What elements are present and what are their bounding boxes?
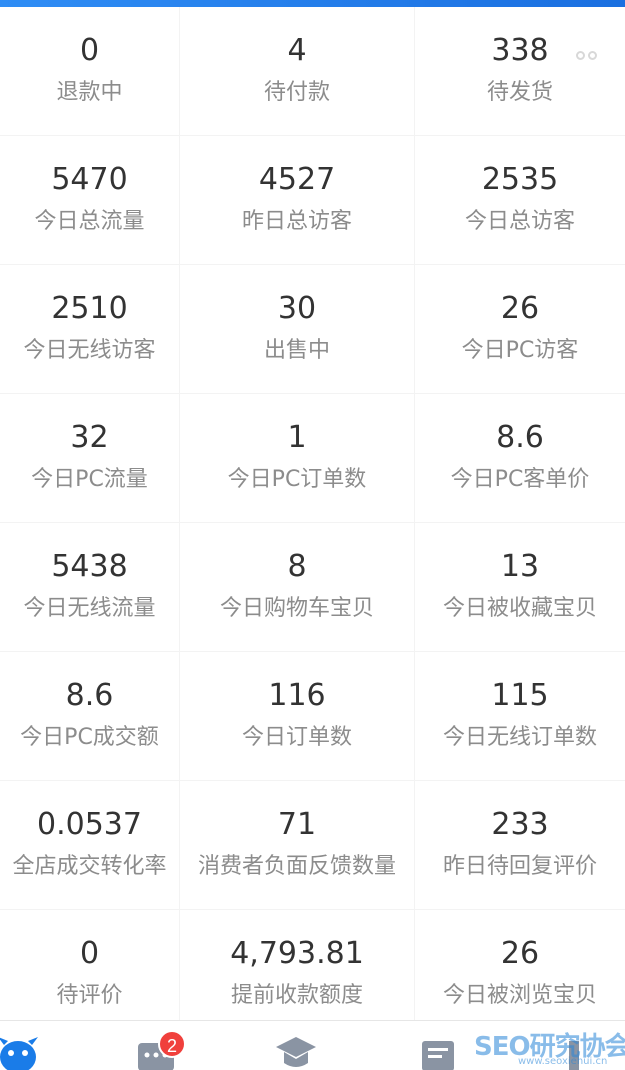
metric-value: 5470 (51, 162, 128, 197)
metric-value: 30 (277, 291, 317, 326)
metric-today-pc-avg-order-value[interactable]: 8.6 今日PC客单价 (415, 394, 625, 523)
metric-label: 今日订单数 (241, 725, 352, 750)
metric-yesterday-pending-replies[interactable]: 233 昨日待回复评价 (415, 781, 625, 910)
more-dots-icon[interactable] (576, 51, 597, 60)
tab-home[interactable] (0, 1031, 48, 1070)
metric-label: 待评价 (56, 983, 123, 1008)
metric-label: 提前收款额度 (230, 983, 363, 1008)
metric-value: 5438 (51, 549, 128, 584)
metric-label: 退款中 (56, 80, 123, 105)
metric-on-sale[interactable]: 30 出售中 (180, 265, 415, 394)
metric-label: 今日PC客单价 (450, 467, 590, 492)
metric-pending-payment[interactable]: 4 待付款 (180, 7, 415, 136)
site-watermark: SEO研究协会网 www.seoxiehui.cn (470, 1022, 625, 1070)
graduation-cap-icon (276, 1037, 316, 1067)
metric-label: 待付款 (263, 80, 330, 105)
metric-value: 0 (79, 33, 100, 68)
metric-value: 26 (500, 291, 540, 326)
metric-value: 1 (287, 420, 307, 455)
metric-today-total-visitors[interactable]: 2535 今日总访客 (415, 136, 625, 265)
mascot-icon (0, 1037, 38, 1070)
metric-label: 今日无线订单数 (442, 725, 597, 750)
watermark-url: www.seoxiehui.cn (518, 1056, 608, 1067)
metric-today-pc-visitors[interactable]: 26 今日PC访客 (415, 265, 625, 394)
tab-content[interactable] (408, 1031, 468, 1070)
metric-value: 338 (491, 33, 549, 68)
metric-value: 115 (491, 678, 549, 713)
metric-label: 今日被浏览宝贝 (442, 983, 597, 1008)
metric-today-cart-items[interactable]: 8 今日购物车宝贝 (180, 523, 415, 652)
metric-today-pc-orders[interactable]: 1 今日PC订单数 (180, 394, 415, 523)
metric-value: 32 (70, 420, 109, 455)
metric-label: 全店成交转化率 (12, 854, 167, 879)
document-icon (422, 1041, 454, 1070)
metric-value: 0 (79, 936, 100, 971)
metric-today-wireless-orders[interactable]: 115 今日无线订单数 (415, 652, 625, 781)
metric-today-viewed-items[interactable]: 26 今日被浏览宝贝 (415, 910, 625, 1020)
metric-today-total-traffic[interactable]: 5470 今日总流量 (0, 136, 180, 265)
metric-pending-shipment[interactable]: 338 待发货 (415, 7, 625, 136)
metric-advance-payment-limit[interactable]: 4,793.81 提前收款额度 (180, 910, 415, 1020)
metric-value: 71 (277, 807, 317, 842)
metric-today-pc-traffic[interactable]: 32 今日PC流量 (0, 394, 180, 523)
metric-label: 今日无线流量 (23, 596, 156, 621)
metric-value: 116 (268, 678, 326, 713)
metric-value: 8 (287, 549, 307, 584)
metric-value: 8.6 (496, 420, 544, 455)
metric-label: 出售中 (263, 338, 330, 363)
metric-store-conversion-rate[interactable]: 0.0537 全店成交转化率 (0, 781, 180, 910)
metric-value: 2510 (51, 291, 128, 326)
metric-label: 待发货 (486, 80, 553, 105)
metric-label: 消费者负面反馈数量 (197, 854, 396, 879)
metric-label: 昨日总访客 (241, 209, 352, 234)
metric-negative-feedback-count[interactable]: 71 消费者负面反馈数量 (180, 781, 415, 910)
metric-value: 4,793.81 (230, 936, 364, 971)
metric-label: 今日PC访客 (461, 338, 579, 363)
metric-today-wireless-visitors[interactable]: 2510 今日无线访客 (0, 265, 180, 394)
metric-value: 26 (500, 936, 540, 971)
metric-label: 今日PC订单数 (227, 467, 367, 492)
metric-today-favorited-items[interactable]: 13 今日被收藏宝贝 (415, 523, 625, 652)
metric-value: 4527 (258, 162, 336, 197)
metric-today-wireless-traffic[interactable]: 5438 今日无线流量 (0, 523, 180, 652)
top-accent-bar (0, 0, 625, 7)
metric-value: 13 (500, 549, 540, 584)
metric-today-orders[interactable]: 116 今日订单数 (180, 652, 415, 781)
metric-label: 今日PC成交额 (20, 725, 159, 750)
metrics-grid: 0 退款中 4 待付款 338 待发货 5470 今日总流量 4527 昨日总访… (0, 7, 625, 1020)
metric-value: 2535 (481, 162, 559, 197)
metric-value: 8.6 (65, 678, 114, 713)
metric-yesterday-total-visitors[interactable]: 4527 昨日总访客 (180, 136, 415, 265)
metric-label: 今日总流量 (34, 209, 145, 234)
metric-label: 今日购物车宝贝 (219, 596, 374, 621)
metric-value: 0.0537 (37, 807, 142, 842)
metric-label: 昨日待回复评价 (442, 854, 597, 879)
tab-learn[interactable] (266, 1031, 326, 1070)
message-count-badge: 2 (158, 1030, 186, 1058)
metric-label: 今日PC流量 (31, 467, 148, 492)
metric-value: 4 (287, 33, 307, 68)
metric-today-pc-sales[interactable]: 8.6 今日PC成交额 (0, 652, 180, 781)
metric-label: 今日无线访客 (23, 338, 156, 363)
metric-pending-reviews[interactable]: 0 待评价 (0, 910, 180, 1020)
metric-label: 今日被收藏宝贝 (442, 596, 597, 621)
metric-value: 233 (491, 807, 549, 842)
metric-label: 今日总访客 (464, 209, 575, 234)
metric-refunding[interactable]: 0 退款中 (0, 7, 180, 136)
